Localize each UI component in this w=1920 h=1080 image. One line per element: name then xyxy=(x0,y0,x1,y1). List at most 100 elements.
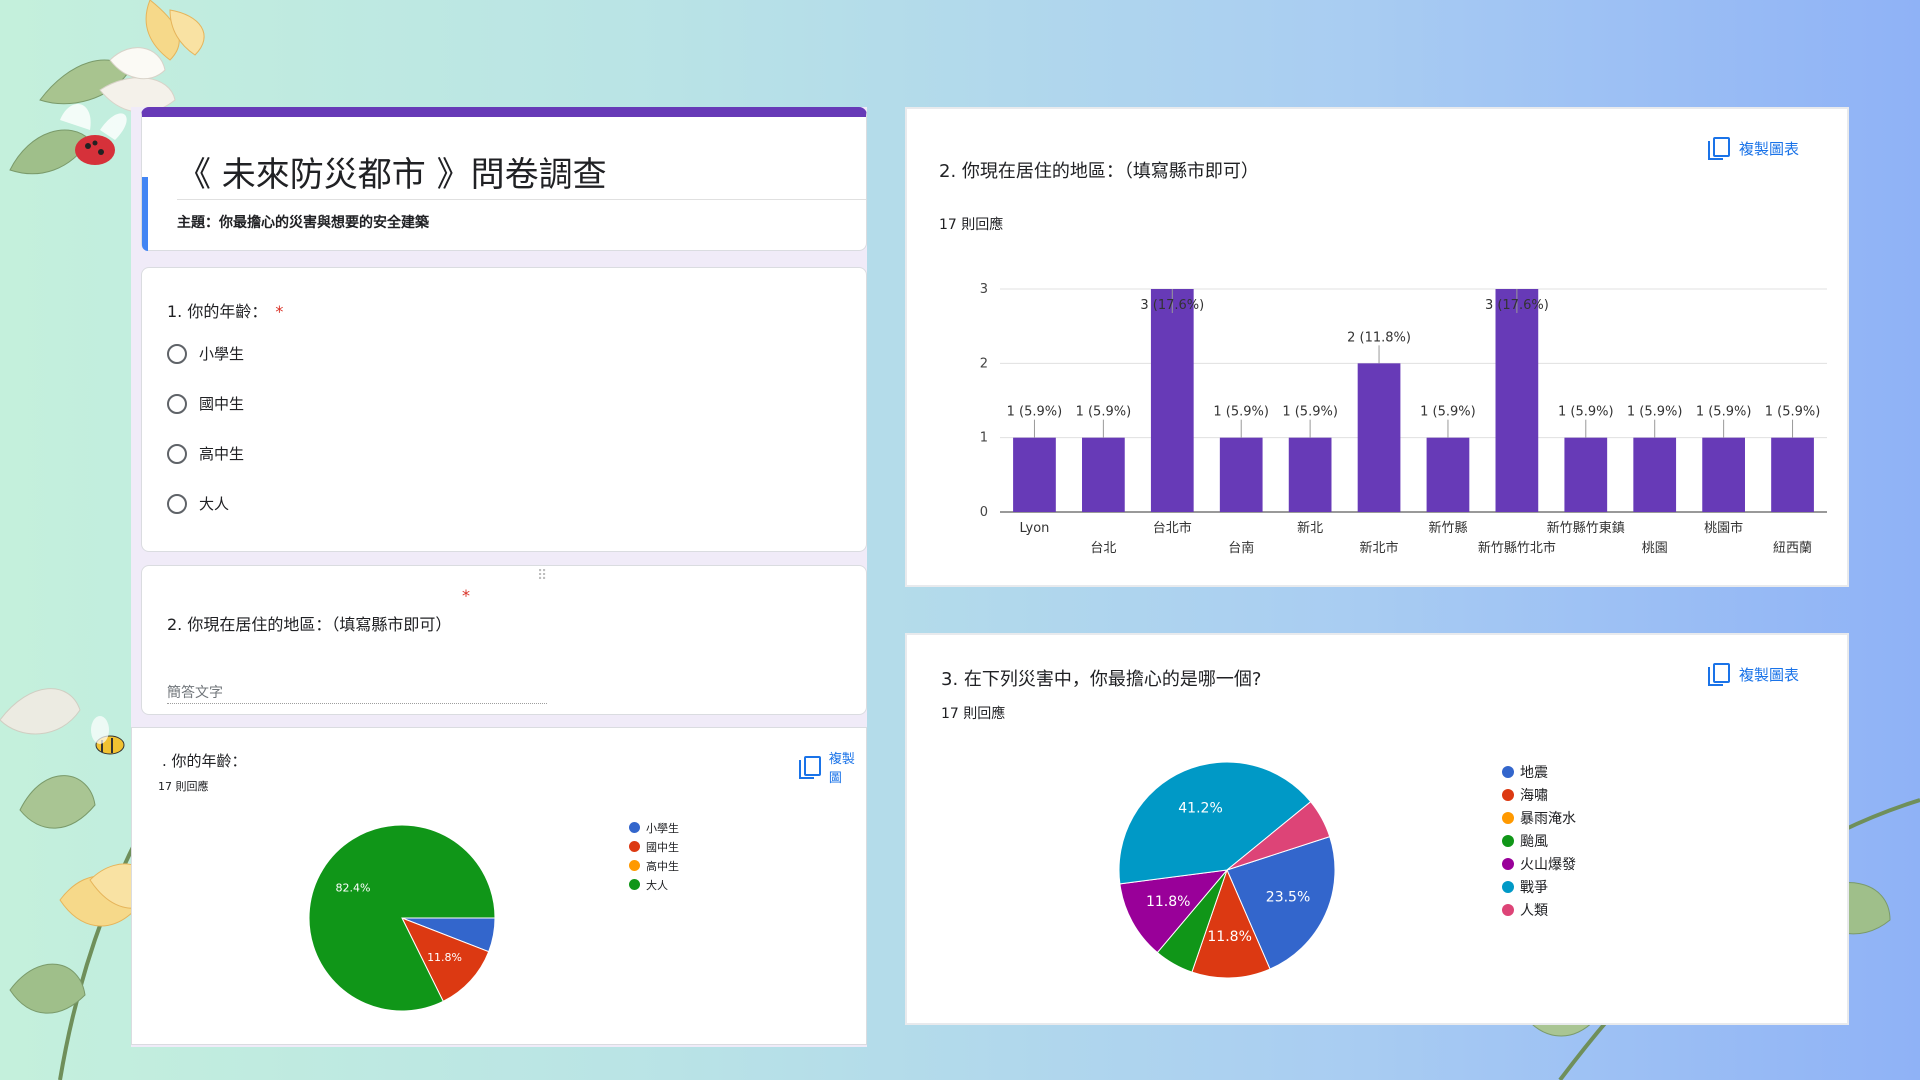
google-form-panel: 《 未來防災都市 》問卷調查 主題：你最擔心的災害與想要的安全建築 1. 你的年… xyxy=(131,107,867,1047)
region-chart-title: 2. 你現在居住的地區：（填寫縣市即可） xyxy=(939,161,1259,182)
bar-data-label: 1 (5.9%) xyxy=(1213,405,1269,420)
bar xyxy=(1219,437,1263,512)
legend-label: 火山爆發 xyxy=(1520,856,1576,873)
legend-label: 暴雨淹水 xyxy=(1520,810,1576,827)
disaster-chart-legend: 地震 海嘯 暴雨淹水 颱風 火山爆發 戰爭 人類 xyxy=(1502,760,1576,921)
copy-icon xyxy=(798,756,821,779)
radio-option-elementary[interactable]: 小學生 xyxy=(167,343,244,364)
bar xyxy=(1633,437,1677,512)
required-asterisk: * xyxy=(462,586,470,605)
radio-option-label: 國中生 xyxy=(199,395,245,413)
bar xyxy=(1426,437,1470,512)
x-tick-label: 新北市 xyxy=(1360,540,1399,556)
legend-item: 大人 xyxy=(629,875,679,894)
focus-accent-bar xyxy=(142,177,148,251)
bar xyxy=(1495,289,1539,512)
question-title-region: 2. 你現在居住的地區：（填寫縣市即可） xyxy=(167,615,452,634)
bar-data-label: 1 (5.9%) xyxy=(1558,405,1614,420)
bar-data-label: 1 (5.9%) xyxy=(1420,405,1476,420)
legend-label: 地震 xyxy=(1520,764,1548,781)
drag-handle-icon[interactable]: ⠿ xyxy=(537,568,548,584)
bar-data-label: 1 (5.9%) xyxy=(1007,405,1063,420)
legend-dot xyxy=(1502,788,1514,801)
pie-slice-label: 11.8% xyxy=(1146,894,1190,910)
bar xyxy=(1288,437,1332,512)
x-tick-label: 新北 xyxy=(1297,520,1323,536)
y-tick-label: 1 xyxy=(980,431,988,446)
bar xyxy=(1564,437,1608,512)
legend-label: 大人 xyxy=(646,878,668,892)
copy-icon xyxy=(1707,663,1730,686)
radio-option-senior-high[interactable]: 高中生 xyxy=(167,443,244,464)
legend-item: 颱風 xyxy=(1502,829,1576,852)
legend-dot xyxy=(1502,834,1514,847)
pie-slice-label: 23.5% xyxy=(1266,890,1310,906)
radio-option-junior-high[interactable]: 國中生 xyxy=(167,393,244,414)
radio-button[interactable] xyxy=(167,443,187,464)
legend-dot xyxy=(1502,765,1514,778)
radio-option-label: 小學生 xyxy=(199,345,245,363)
x-tick-label: 桃園市 xyxy=(1704,520,1743,536)
bar-data-label: 1 (5.9%) xyxy=(1076,405,1132,420)
bar xyxy=(1150,289,1194,512)
radio-option-adult[interactable]: 大人 xyxy=(167,493,229,514)
question-title-age-text: 1. 你的年齡： xyxy=(167,302,268,321)
legend-item: 高中生 xyxy=(629,856,679,875)
pie-slice-label: 11.8% xyxy=(1207,929,1251,945)
bar-data-label: 1 (5.9%) xyxy=(1627,405,1683,420)
radio-button[interactable] xyxy=(167,393,187,414)
radio-button[interactable] xyxy=(167,343,187,364)
form-subtitle: 主題：你最擔心的災害與想要的安全建築 xyxy=(177,215,429,231)
radio-button[interactable] xyxy=(167,493,187,514)
copy-chart-button[interactable]: 複製圖表 xyxy=(1707,137,1799,160)
bar-data-label: 3 (17.6%) xyxy=(1140,298,1204,313)
legend-dot xyxy=(629,860,640,871)
legend-label: 戰爭 xyxy=(1520,879,1548,896)
legend-label: 海嘯 xyxy=(1520,787,1548,804)
x-tick-label: 新竹縣竹北市 xyxy=(1478,540,1556,556)
radio-option-label: 高中生 xyxy=(199,445,245,463)
x-tick-label: 紐西蘭 xyxy=(1773,540,1812,556)
bar-data-label: 2 (11.8%) xyxy=(1347,330,1411,345)
copy-icon xyxy=(1707,137,1730,160)
age-chart-legend: 小學生 國中生 高中生 大人 xyxy=(629,818,679,894)
region-summary-chart-card: 2. 你現在居住的地區：（填寫縣市即可） 17 則回應 複製圖表 0 1 2 3 1 (… xyxy=(905,107,1849,587)
question-card-age: 1. 你的年齡： * 小學生 國中生 高中生 大人 xyxy=(141,267,867,552)
legend-dot xyxy=(629,879,640,890)
copy-chart-button[interactable]: 複製圖 xyxy=(798,748,866,786)
age-summary-chart-card: . 你的年齡： 17 則回應 複製圖 11.8% 82.4% 小學生 國中生 高中… xyxy=(131,727,867,1045)
form-title: 《 未來防災都市 》問卷調查 xyxy=(177,155,607,195)
x-tick-label: 新竹縣 xyxy=(1428,520,1467,536)
x-tick-label: Lyon xyxy=(1019,521,1049,536)
bar xyxy=(1082,437,1125,512)
legend-dot xyxy=(629,841,640,852)
legend-label: 國中生 xyxy=(646,840,679,854)
legend-dot xyxy=(1502,857,1514,870)
x-tick-label: 桃園 xyxy=(1642,541,1668,556)
y-tick-label: 2 xyxy=(980,356,988,371)
disaster-chart-title: 3. 在下列災害中，你最擔心的是哪一個? xyxy=(941,669,1262,690)
x-tick-label: 新竹縣竹東鎮 xyxy=(1547,520,1625,536)
pie-slice-label: 82.4% xyxy=(336,882,371,895)
legend-label: 颱風 xyxy=(1520,833,1548,850)
bar xyxy=(1013,437,1056,512)
disaster-pie-chart: 23.5% 11.8% 11.8% 41.2% xyxy=(1118,761,1336,979)
short-answer-input[interactable]: 簡答文字 xyxy=(167,676,547,704)
form-title-card: 《 未來防災都市 》問卷調查 主題：你最擔心的災害與想要的安全建築 xyxy=(141,107,867,251)
legend-dot xyxy=(1502,880,1514,893)
bar xyxy=(1357,363,1401,512)
copy-chart-label: 複製圖 xyxy=(828,752,855,786)
legend-dot xyxy=(1502,903,1514,916)
pie-slice-label: 11.8% xyxy=(427,951,462,964)
copy-chart-button[interactable]: 複製圖表 xyxy=(1707,663,1799,686)
age-chart-response-count: 17 則回應 xyxy=(158,780,209,793)
legend-item: 地震 xyxy=(1502,760,1576,783)
disaster-summary-chart-card: 3. 在下列災害中，你最擔心的是哪一個? 17 則回應 複製圖表 23.5% 11… xyxy=(905,633,1849,1025)
x-tick-label: 台北 xyxy=(1090,541,1116,556)
legend-label: 高中生 xyxy=(646,859,679,873)
disaster-chart-response-count: 17 則回應 xyxy=(941,706,1006,722)
legend-item: 人類 xyxy=(1502,898,1576,921)
bar xyxy=(1771,437,1814,512)
legend-item: 海嘯 xyxy=(1502,783,1576,806)
question-title-age: 1. 你的年齡： * xyxy=(167,298,283,322)
